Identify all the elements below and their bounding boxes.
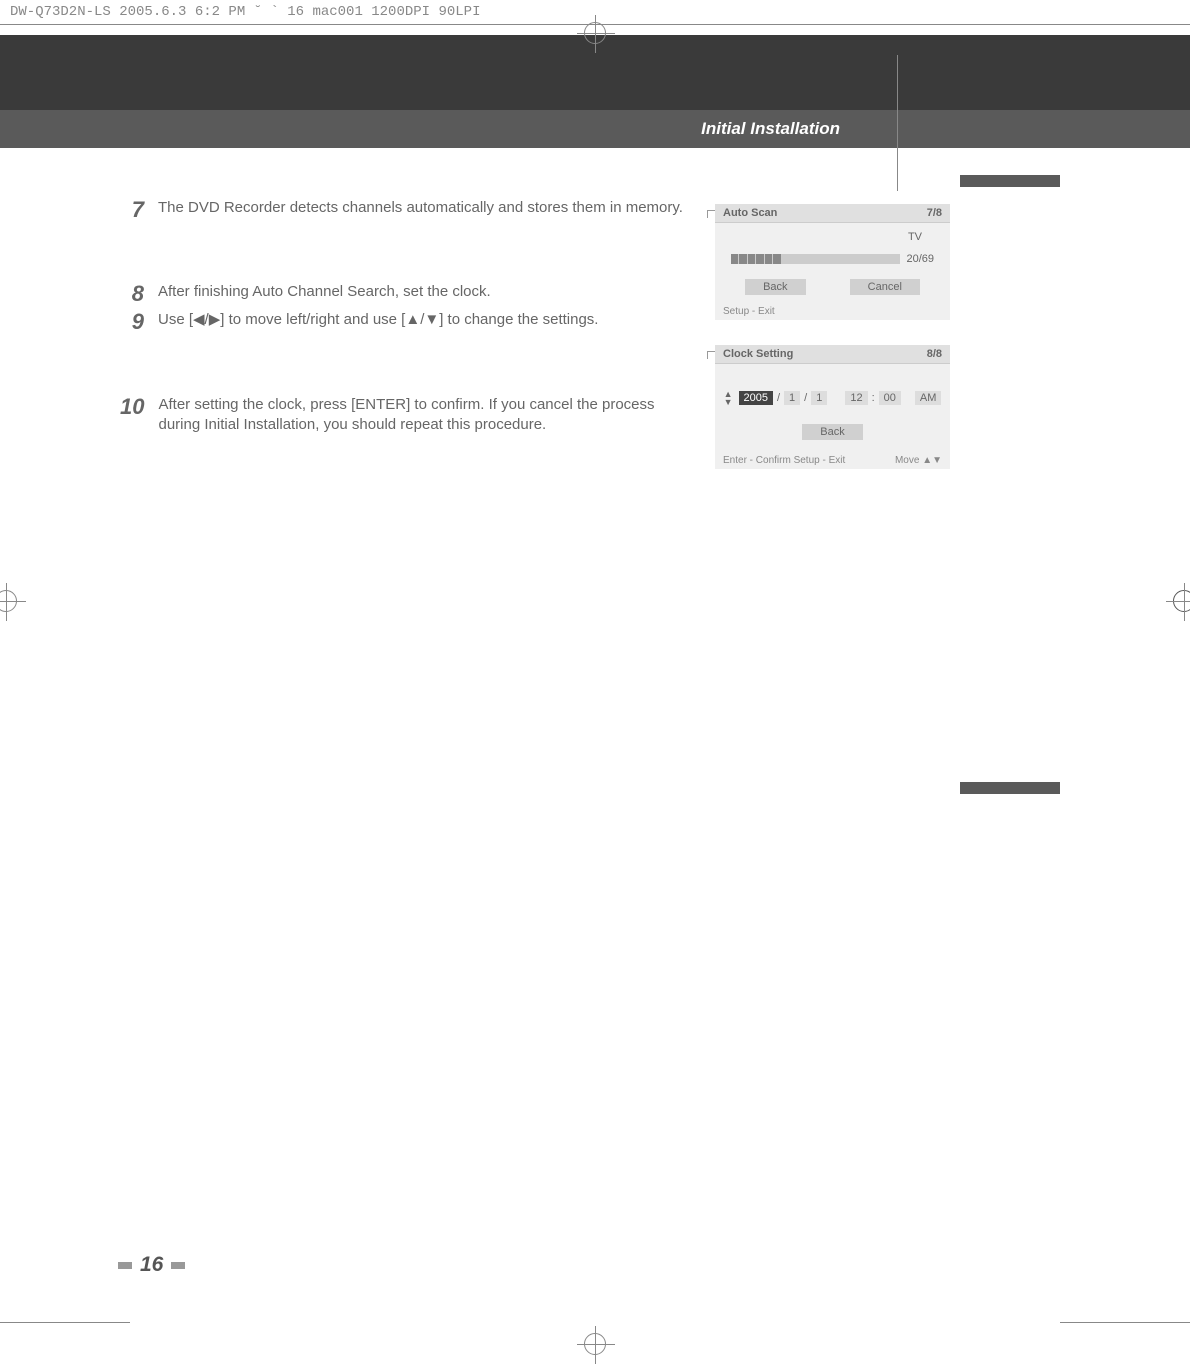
- registration-mark-top: [584, 22, 606, 44]
- corner-icon: [707, 210, 715, 218]
- panel-footer: Enter - Confirm Setup - Exit Move ▲▼: [715, 452, 950, 469]
- panel-title: Clock Setting: [723, 348, 793, 360]
- step-number: 9: [120, 310, 144, 334]
- separator: /: [804, 392, 807, 404]
- clock-row: ▲▼ 2005 / 1 / 1 12 : 00 AM: [723, 390, 942, 406]
- step-text: After setting the clock, press [ENTER] t…: [158, 395, 678, 436]
- month-field[interactable]: 1: [784, 391, 800, 405]
- section-title: Initial Installation: [701, 119, 840, 139]
- step-number: 8: [120, 282, 144, 306]
- panel-header: Clock Setting 8/8: [715, 345, 950, 364]
- side-accent: [960, 175, 1060, 187]
- minute-field[interactable]: 00: [879, 391, 901, 405]
- footer-left: Enter - Confirm Setup - Exit: [723, 455, 845, 466]
- panel-title: Auto Scan: [723, 207, 777, 219]
- year-field[interactable]: 2005: [739, 391, 773, 405]
- crop-line: [0, 1322, 130, 1323]
- panel-footer: Setup - Exit: [715, 303, 950, 320]
- content-area: 7 The DVD Recorder detects channels auto…: [0, 148, 1190, 435]
- footer-text: Setup - Exit: [723, 306, 775, 317]
- panel-header: Auto Scan 7/8: [715, 204, 950, 223]
- spinner-arrows-icon[interactable]: ▲▼: [724, 390, 733, 406]
- day-field[interactable]: 1: [811, 391, 827, 405]
- side-accent: [960, 782, 1060, 794]
- registration-mark-bottom: [584, 1333, 606, 1355]
- separator: /: [777, 392, 780, 404]
- tv-label: TV: [723, 231, 942, 243]
- progress-bar: [731, 254, 900, 264]
- button-row: Back Cancel: [723, 279, 942, 295]
- header-text: DW-Q73D2N-LS 2005.6.3 6:2 PM ˘ ` 16 mac0…: [10, 4, 480, 20]
- progress-row: 20/69: [723, 253, 942, 265]
- hour-field[interactable]: 12: [845, 391, 867, 405]
- clock-panel: Clock Setting 8/8 ▲▼ 2005 / 1 / 1 12 : 0…: [715, 345, 950, 469]
- footer-right: Move ▲▼: [895, 455, 942, 466]
- panel-body: ▲▼ 2005 / 1 / 1 12 : 00 AM Back: [715, 364, 950, 452]
- section-band: Initial Installation: [0, 110, 1190, 148]
- step-number: 10: [120, 395, 144, 419]
- registration-mark-right: [1173, 590, 1190, 612]
- crop-line: [1060, 1322, 1190, 1323]
- panel-page: 8/8: [927, 348, 942, 360]
- corner-icon: [707, 351, 715, 359]
- footer-bar-icon: [171, 1262, 185, 1269]
- separator: :: [872, 392, 875, 404]
- panel-page: 7/8: [927, 207, 942, 219]
- back-button[interactable]: Back: [745, 279, 805, 295]
- autoscan-panel: Auto Scan 7/8 TV 20/69 Back Cancel Setup…: [715, 204, 950, 320]
- cancel-button[interactable]: Cancel: [850, 279, 920, 295]
- panel-body: TV 20/69 Back Cancel: [715, 223, 950, 303]
- page-footer: 16: [118, 1253, 185, 1277]
- ampm-field[interactable]: AM: [915, 391, 942, 405]
- step-number: 7: [120, 198, 144, 222]
- progress-text: 20/69: [906, 253, 934, 265]
- registration-mark-left: [0, 590, 17, 612]
- page-number: 16: [140, 1253, 163, 1277]
- button-row: Back: [723, 426, 942, 438]
- footer-bar-icon: [118, 1262, 132, 1269]
- crop-line-right: [897, 55, 898, 191]
- back-button[interactable]: Back: [802, 424, 862, 440]
